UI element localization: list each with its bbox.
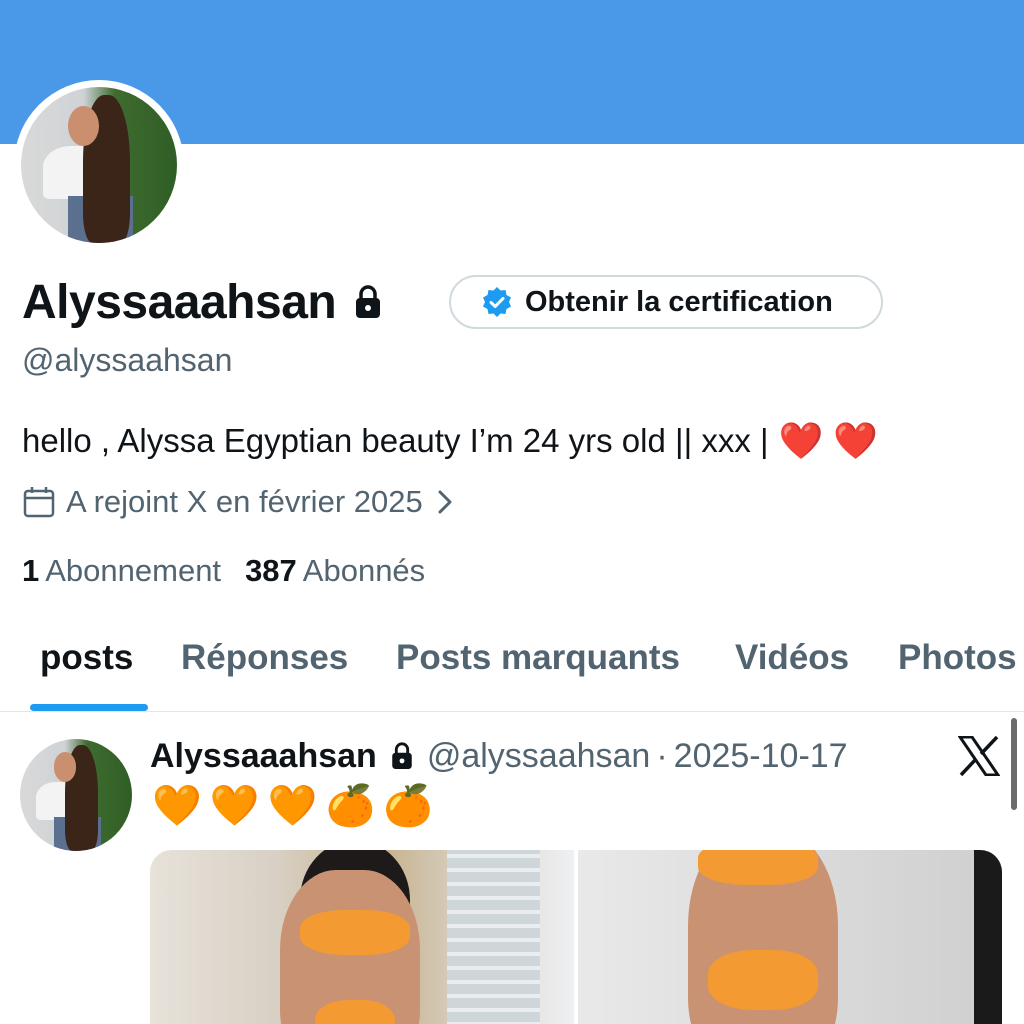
lock-icon: [392, 742, 412, 769]
post-text: 🧡 🧡 🧡 🍊 🍊: [152, 782, 433, 829]
joined-date-row[interactable]: A rejoint X en février 2025: [22, 484, 457, 520]
tab-posts[interactable]: posts: [40, 638, 133, 678]
media-image-1[interactable]: [150, 850, 574, 1024]
following-link[interactable]: 1 Abonnement: [22, 553, 221, 589]
post-date[interactable]: 2025-10-17: [674, 737, 848, 776]
heart-emoji: ❤️: [833, 420, 879, 461]
followers-link[interactable]: 387 Abonnés: [245, 553, 425, 589]
verified-badge-icon: [483, 287, 511, 317]
orange-heart-emoji: 🧡: [267, 784, 318, 828]
profile-name-row: Alyssaaahsan: [22, 272, 384, 332]
post-separator: ·: [656, 736, 668, 775]
avatar-photo: [21, 87, 177, 243]
tab-videos[interactable]: Vidéos: [735, 638, 849, 678]
followers-label: Abonnés: [302, 553, 426, 588]
following-count: 1: [22, 553, 40, 588]
profile-bio: hello , Alyssa Egyptian beauty I’m 24 yr…: [22, 420, 878, 462]
followers-count: 387: [245, 553, 297, 588]
orange-heart-emoji: 🧡: [209, 784, 260, 828]
post-author-handle[interactable]: @alyssaahsan: [427, 737, 651, 776]
x-logo-icon[interactable]: [958, 736, 1000, 776]
profile-avatar[interactable]: [14, 80, 184, 250]
calendar-icon: [23, 487, 55, 518]
profile-handle: @alyssaahsan: [22, 342, 233, 378]
get-certification-button[interactable]: Obtenir la certification: [449, 275, 883, 329]
post-header: Alyssaaahsan @alyssaahsan · 2025-10-17: [150, 734, 848, 778]
post-avatar[interactable]: [20, 739, 132, 851]
tab-replies[interactable]: Réponses: [181, 638, 348, 678]
media-image-2[interactable]: [578, 850, 1002, 1024]
lock-icon: [356, 285, 381, 318]
active-tab-indicator: [30, 704, 148, 711]
post-media[interactable]: [150, 850, 1002, 1024]
tangerine-emoji: 🍊: [383, 784, 434, 828]
display-name: Alyssaaahsan: [22, 275, 337, 329]
chevron-right-icon: [438, 490, 452, 514]
scrollbar[interactable]: [1011, 718, 1017, 810]
certification-label: Obtenir la certification: [525, 285, 833, 318]
heart-emoji: ❤️: [778, 420, 824, 461]
tab-highlights[interactable]: Posts marquants: [396, 638, 680, 678]
tangerine-emoji: 🍊: [325, 784, 376, 828]
tab-photos[interactable]: Photos: [898, 638, 1017, 678]
following-label: Abonnement: [45, 553, 222, 588]
follow-stats: 1 Abonnement 387 Abonnés: [22, 553, 449, 589]
bio-text: hello , Alyssa Egyptian beauty I’m 24 yr…: [22, 422, 769, 459]
orange-heart-emoji: 🧡: [152, 784, 202, 828]
joined-text: A rejoint X en février 2025: [66, 484, 423, 519]
post-author-name[interactable]: Alyssaaahsan: [150, 737, 377, 776]
profile-tabs: posts Réponses Posts marquants Vidéos Ph…: [0, 620, 1024, 712]
